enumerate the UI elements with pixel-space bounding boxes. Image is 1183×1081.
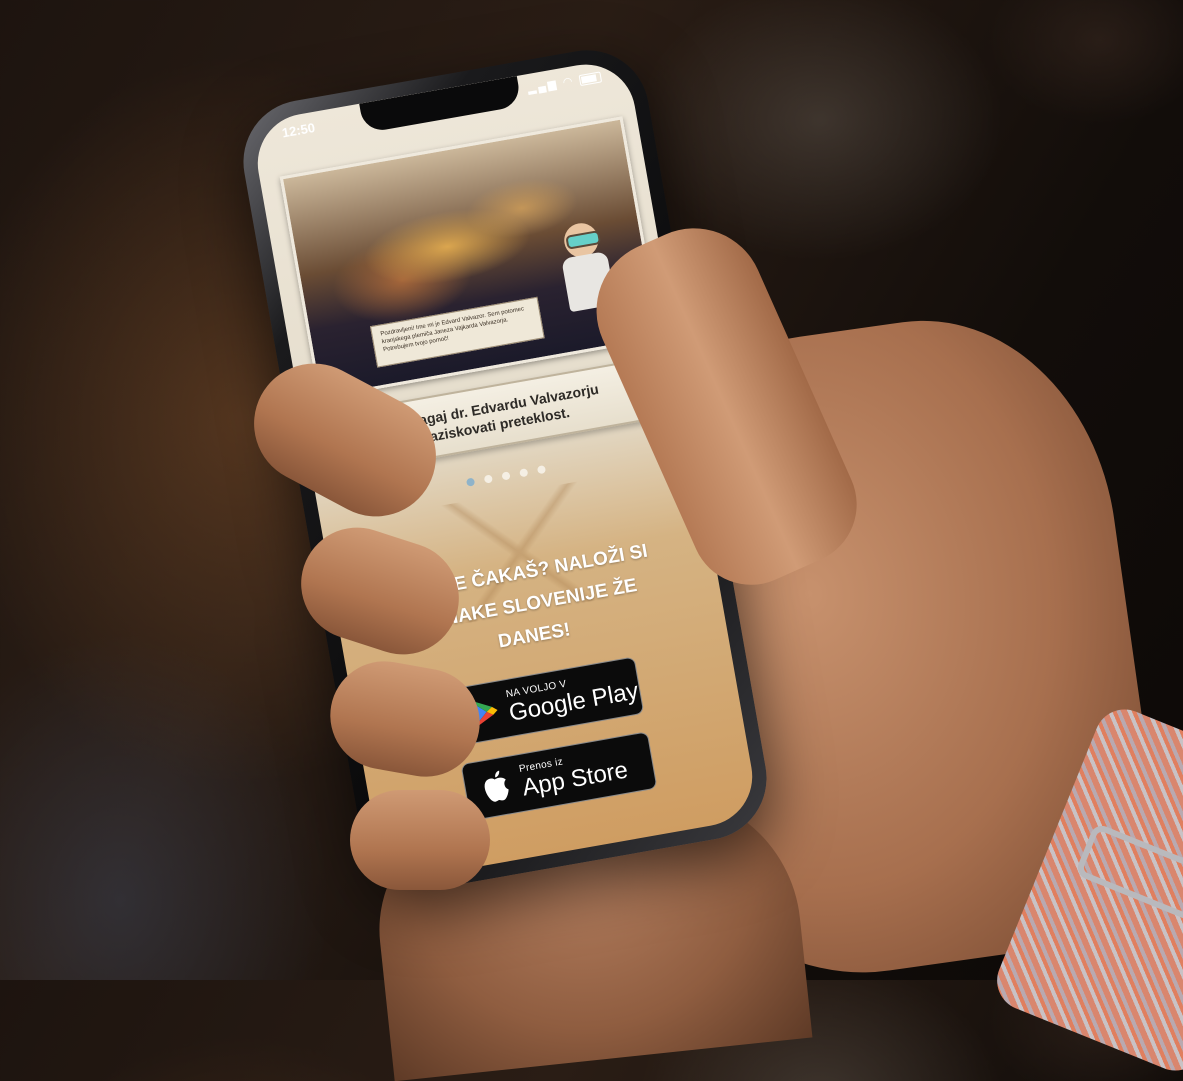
carousel-dot-1[interactable] (465, 477, 476, 487)
battery-icon (578, 71, 603, 86)
wifi-icon: ◠ (561, 75, 576, 89)
signal-icon: ▂▄▆ (526, 78, 560, 96)
apple-icon (475, 767, 517, 809)
carousel-dot-2[interactable] (483, 474, 493, 484)
map-dialog-scroll: Pozdravljeni! Ime mi je Edvard Valvazor.… (369, 296, 545, 368)
game-screenshot-map: Pozdravljeni! Ime mi je Edvard Valvazor.… (279, 116, 662, 400)
carousel-dot-5[interactable] (536, 465, 547, 475)
app-store-button[interactable]: Prenos iz App Store (460, 731, 658, 822)
little-finger (350, 790, 490, 890)
carousel-dot-3[interactable] (501, 471, 511, 481)
status-time: 12:50 (280, 119, 317, 141)
carousel-dot-4[interactable] (519, 468, 529, 478)
phone-notch (359, 75, 522, 134)
status-icons: ▂▄▆ ◠ (527, 69, 603, 95)
